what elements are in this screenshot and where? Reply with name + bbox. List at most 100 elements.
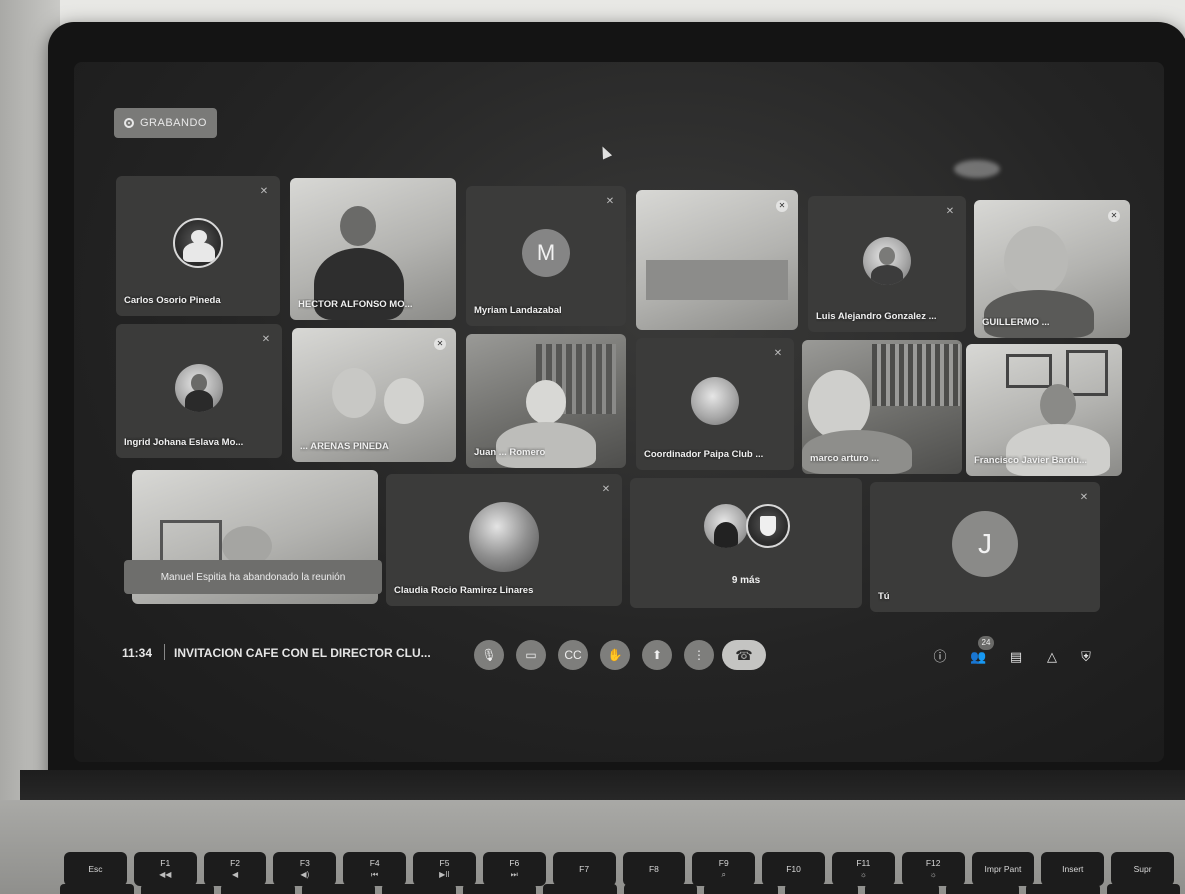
mic-off-icon: ✕: [945, 206, 955, 217]
participant-avatar: [175, 364, 223, 413]
participant-name: Coordinador Paipa Club ...: [644, 449, 764, 460]
participant-tile[interactable]: ✕ Claudia Rocio Ramirez Linares: [386, 474, 622, 606]
keyboard-key: [623, 884, 697, 894]
meeting-time: 11:34: [122, 646, 153, 660]
participant-avatar: [863, 237, 911, 286]
meeting-title: INVITACION CAFE CON EL DIRECTOR CLU...: [174, 646, 431, 660]
participant-name: Juan ... Romero: [474, 447, 546, 458]
participant-video-tile[interactable]: ✕ GUILLERMO ...: [974, 200, 1130, 338]
participant-avatar: [691, 377, 739, 426]
participant-name: marco arturo ...: [810, 453, 880, 464]
keyboard-key: [704, 884, 778, 894]
keyboard-key: [60, 884, 134, 894]
participant-name: Carlos Osorio Pineda: [124, 295, 221, 306]
participant-avatar: M: [522, 229, 570, 278]
participant-video-tile[interactable]: HECTOR ALFONSO MO...: [290, 178, 456, 320]
mic-off-icon: ✕: [773, 348, 783, 359]
mic-off-icon: ✕: [1079, 492, 1089, 503]
keyboard-key: [301, 884, 375, 894]
end-call-button[interactable]: ☎: [722, 640, 766, 670]
keyboard-key-label: Supr: [1133, 863, 1152, 874]
bar-divider: [164, 644, 165, 660]
participant-name: Claudia Rocio Ramirez Linares: [394, 585, 534, 596]
self-tile[interactable]: J ✕ Tú: [870, 482, 1100, 612]
people-icon[interactable]: 👥: [970, 649, 986, 665]
camera-toggle-button[interactable]: ▭: [516, 640, 546, 670]
keyboard-key: [945, 884, 1019, 894]
keyboard-key: F5 ▶II: [413, 852, 476, 886]
mic-toggle-button[interactable]: 🎙: [474, 640, 504, 670]
keyboard-key: F7: [552, 852, 616, 886]
participant-video-tile[interactable]: Juan ... Romero: [466, 334, 626, 468]
participant-name: GUILLERMO ...: [982, 317, 1050, 328]
more-options-icon: ⋮: [693, 648, 705, 662]
info-icon[interactable]: ⓘ: [932, 649, 948, 665]
keyboard-key: Esc: [64, 852, 127, 886]
keyboard-key-label: F3: [299, 858, 310, 868]
keyboard-key: [784, 884, 858, 894]
keyboard-key-symbol: ⏭: [510, 870, 518, 879]
keyboard-key: [462, 884, 536, 894]
keyboard-key-symbol: ◀: [231, 870, 239, 879]
participant-name: Myriam Landazabal: [474, 305, 562, 316]
keyboard-key-symbol: ▶II: [439, 870, 450, 879]
screen-glare: [954, 160, 1000, 178]
mouse-cursor-icon: [597, 144, 613, 160]
participant-left-notification: Manuel Espitia ha abandonado la reunión: [124, 560, 382, 594]
keyboard-key: [543, 884, 617, 894]
keyboard-key: F3 ◀): [273, 852, 337, 886]
keyboard-key: [140, 884, 214, 894]
mic-off-icon: ✕: [259, 186, 269, 197]
participant-tile[interactable]: ✕ Luis Alejandro Gonzalez ...: [808, 196, 966, 332]
more-participants-label: 9 más: [731, 575, 761, 586]
activities-icon[interactable]: △: [1044, 649, 1060, 665]
keyboard-key-label: F7: [579, 863, 590, 874]
meeting-screen: GRABANDO ✕ Carlos Osorio Pineda HECTOR A…: [74, 62, 1164, 762]
participant-video-tile[interactable]: ✕: [636, 190, 798, 330]
club-logo-avatar: [746, 504, 790, 548]
recording-label: GRABANDO: [140, 117, 207, 129]
host-controls-icon[interactable]: ⛨: [1078, 649, 1094, 665]
keyboard-key: F9 ⌕: [692, 852, 756, 886]
participant-count-badge: 24: [978, 636, 994, 650]
more-options-button[interactable]: ⋮: [684, 640, 714, 670]
keyboard-key: [382, 884, 456, 894]
participant-video-tile[interactable]: ✕ ... ARENAS PINEDA: [292, 328, 456, 462]
participant-name: Ingrid Johana Eslava Mo...: [124, 437, 244, 448]
raise-hand-button[interactable]: ✋: [600, 640, 630, 670]
keyboard-key: [1106, 884, 1180, 894]
keyboard-key-label: Impr Pant: [984, 863, 1022, 874]
keyboard-key-label: F11: [856, 858, 871, 868]
keyboard-key: Supr: [1111, 852, 1174, 886]
participant-tile[interactable]: ✕ Ingrid Johana Eslava Mo...: [116, 324, 282, 458]
keyboard-key-label: F12: [925, 858, 941, 868]
chat-icon[interactable]: ▤: [1008, 649, 1024, 665]
present-button[interactable]: ⬆: [642, 640, 672, 670]
keyboard-number-row: [60, 884, 1180, 894]
keyboard-key-label: Insert: [1062, 863, 1084, 874]
participant-tile[interactable]: ✕ Carlos Osorio Pineda: [116, 176, 280, 316]
participant-name: Francisco Javier Bardu...: [974, 455, 1087, 466]
keyboard-key: F12 ☼: [901, 852, 965, 886]
captions-icon: CC: [564, 648, 582, 662]
keyboard-key-label: F8: [648, 863, 659, 874]
keyboard-key: [865, 884, 939, 894]
keyboard-key: F2 ◀: [203, 852, 267, 886]
participant-name: ... ARENAS PINEDA: [300, 441, 389, 452]
participant-tile[interactable]: M ✕ Myriam Landazabal: [466, 186, 626, 326]
raise-hand-icon: ✋: [607, 648, 623, 662]
participant-video-tile[interactable]: Francisco Javier Bardu...: [966, 344, 1122, 476]
end-call-icon: ☎: [735, 646, 753, 663]
mic-off-icon: ✕: [261, 334, 271, 345]
keyboard-key-label: F10: [786, 863, 801, 874]
keyboard-key-label: F6: [509, 858, 520, 868]
captions-button[interactable]: CC: [558, 640, 588, 670]
participant-name: Tú: [878, 591, 890, 602]
participant-tile[interactable]: ✕ Coordinador Paipa Club ...: [636, 338, 794, 470]
participant-video-tile[interactable]: marco arturo ...: [802, 340, 962, 474]
keyboard-key-symbol: ☼: [859, 870, 868, 879]
self-avatar: J: [952, 511, 1018, 578]
keyboard-key: Impr Pant: [971, 852, 1035, 886]
more-participants-tile[interactable]: 9 más: [630, 478, 862, 608]
keyboard-key: Insert: [1041, 852, 1105, 886]
